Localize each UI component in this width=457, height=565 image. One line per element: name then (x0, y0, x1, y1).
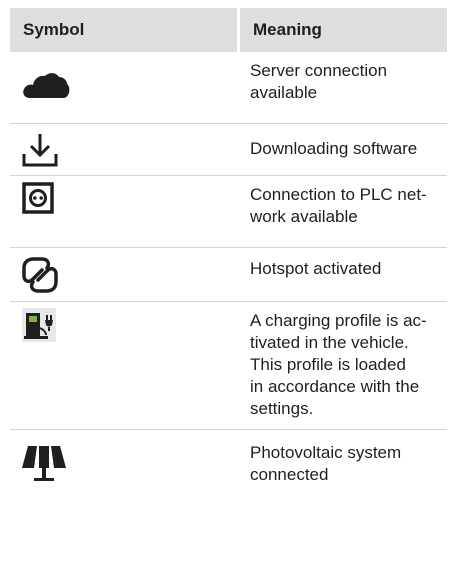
meaning-cell: Connection to PLC net- work available (237, 176, 447, 247)
symbol-cell (10, 124, 237, 175)
column-header-symbol: Symbol (23, 20, 85, 39)
meaning-line: Photovoltaic system (250, 443, 402, 462)
meaning-line: Server connection (250, 61, 388, 80)
meaning-line: Hotspot activated (250, 259, 382, 278)
cloud-icon (23, 73, 70, 98)
meaning-cell: Photovoltaic system connected (237, 430, 447, 506)
meaning-cell: Server connection available (237, 52, 447, 123)
table-row: Hotspot activated (10, 248, 447, 302)
table-row: Downloading software (10, 124, 447, 176)
meaning-line: Connection to PLC net- (250, 185, 427, 204)
meaning-cell: Downloading software (237, 124, 447, 175)
meaning-line: available (250, 83, 318, 102)
symbol-cell (10, 430, 237, 506)
table-header: Symbol Meaning (10, 8, 447, 52)
table-row: Photovoltaic system connected (10, 430, 447, 506)
table-row: Server connection available (10, 52, 447, 124)
table-row: A charging profile is ac- tivated in the… (10, 302, 447, 430)
meaning-line: in accordance with the (250, 377, 420, 396)
plc-network-icon (22, 182, 54, 214)
symbol-cell (10, 176, 237, 247)
meaning-cell: Hotspot activated (237, 248, 447, 301)
meaning-cell: A charging profile is ac- tivated in the… (237, 302, 447, 429)
meaning-line: work available (250, 207, 358, 226)
solar-panel-icon (22, 446, 66, 481)
symbol-cell (10, 248, 237, 301)
table-row: Connection to PLC net- work available (10, 176, 447, 248)
symbol-cell (10, 302, 237, 429)
charging-profile-icon (22, 308, 56, 342)
download-icon (22, 134, 58, 167)
meaning-line: Downloading software (250, 139, 418, 158)
column-header-meaning: Meaning (237, 8, 447, 52)
meaning-line: tivated in the vehicle. (250, 333, 409, 352)
meaning-line: settings. (250, 399, 314, 418)
meaning-line: connected (250, 465, 329, 484)
hotspot-link-icon (22, 257, 58, 293)
symbol-table: Symbol Meaning Server connection availab… (10, 8, 447, 506)
symbol-cell (10, 52, 237, 123)
meaning-line: A charging profile is ac- (250, 311, 427, 330)
meaning-line: This profile is loaded (250, 355, 406, 374)
